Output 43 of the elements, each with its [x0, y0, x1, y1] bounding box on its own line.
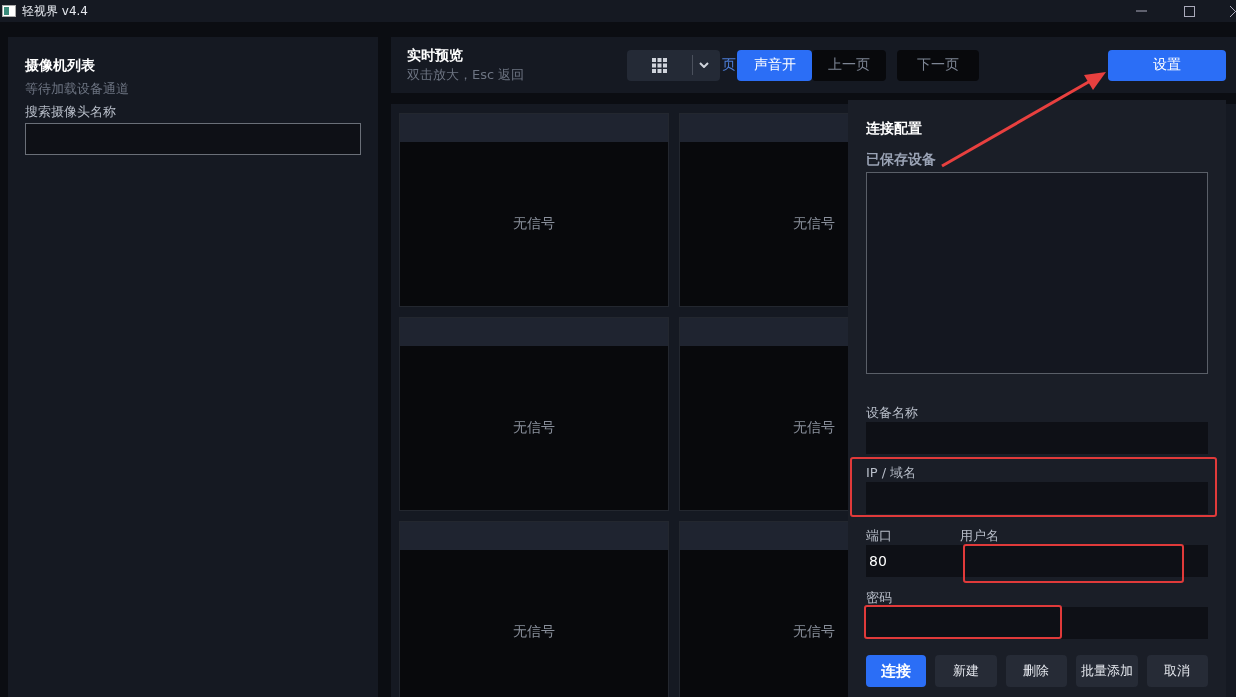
- panel-button[interactable]: 取消: [1146, 655, 1208, 687]
- no-signal-text: 无信号: [513, 419, 555, 437]
- sidebar-title: 摄像机列表: [25, 56, 96, 75]
- field-label: 密码: [866, 589, 893, 607]
- no-signal-text: 无信号: [793, 215, 835, 233]
- settings-button[interactable]: 设置: [1108, 49, 1226, 81]
- video-tile[interactable]: 无信号: [399, 317, 669, 511]
- search-field[interactable]: [25, 123, 361, 155]
- window-title: 轻视界 v4.4: [22, 2, 88, 20]
- panel-button[interactable]: 新建: [935, 655, 997, 687]
- field-label: IP / 域名: [866, 464, 918, 482]
- panel-button[interactable]: 批量添加: [1076, 655, 1138, 687]
- field-label: 端口: [866, 527, 893, 545]
- no-signal-text: 无信号: [793, 623, 835, 641]
- caret-icon: [699, 62, 709, 68]
- no-signal-text: 无信号: [513, 623, 555, 641]
- field-label: 用户名: [960, 527, 1000, 545]
- grid-icon: [652, 57, 667, 73]
- layout-dropdown[interactable]: [627, 49, 720, 81]
- panel-button[interactable]: 删除: [1005, 655, 1068, 687]
- input-field[interactable]: [866, 607, 1208, 639]
- search-label: 搜索摄像头名称: [25, 103, 117, 121]
- close-icon[interactable]: [1230, 5, 1236, 17]
- input-field[interactable]: 80: [866, 545, 960, 577]
- page-label: 页: [722, 56, 736, 74]
- video-tile[interactable]: 无信号: [399, 113, 669, 307]
- no-signal-text: 无信号: [513, 215, 555, 233]
- field-label: 设备名称: [866, 404, 919, 422]
- header-button[interactable]: 下一页: [897, 49, 979, 81]
- hint-text: 双击放大，Esc 返回: [407, 66, 526, 84]
- input-field[interactable]: [960, 545, 1208, 577]
- input-field[interactable]: [866, 482, 1208, 514]
- panel-title: 连接配置: [866, 119, 923, 138]
- header-button[interactable]: 声音开: [737, 49, 812, 81]
- app-icon: [2, 5, 16, 17]
- preview-title: 实时预览: [407, 46, 464, 65]
- panel-button[interactable]: 连接: [866, 655, 927, 687]
- status-text: 等待加载设备通道: [25, 80, 130, 98]
- no-signal-text: 无信号: [793, 419, 835, 437]
- maximize-icon[interactable]: [1184, 5, 1195, 17]
- header-button[interactable]: 上一页: [812, 49, 886, 81]
- video-tile[interactable]: 无信号: [399, 521, 669, 697]
- saved-devices-label: 已保存设备: [866, 150, 937, 169]
